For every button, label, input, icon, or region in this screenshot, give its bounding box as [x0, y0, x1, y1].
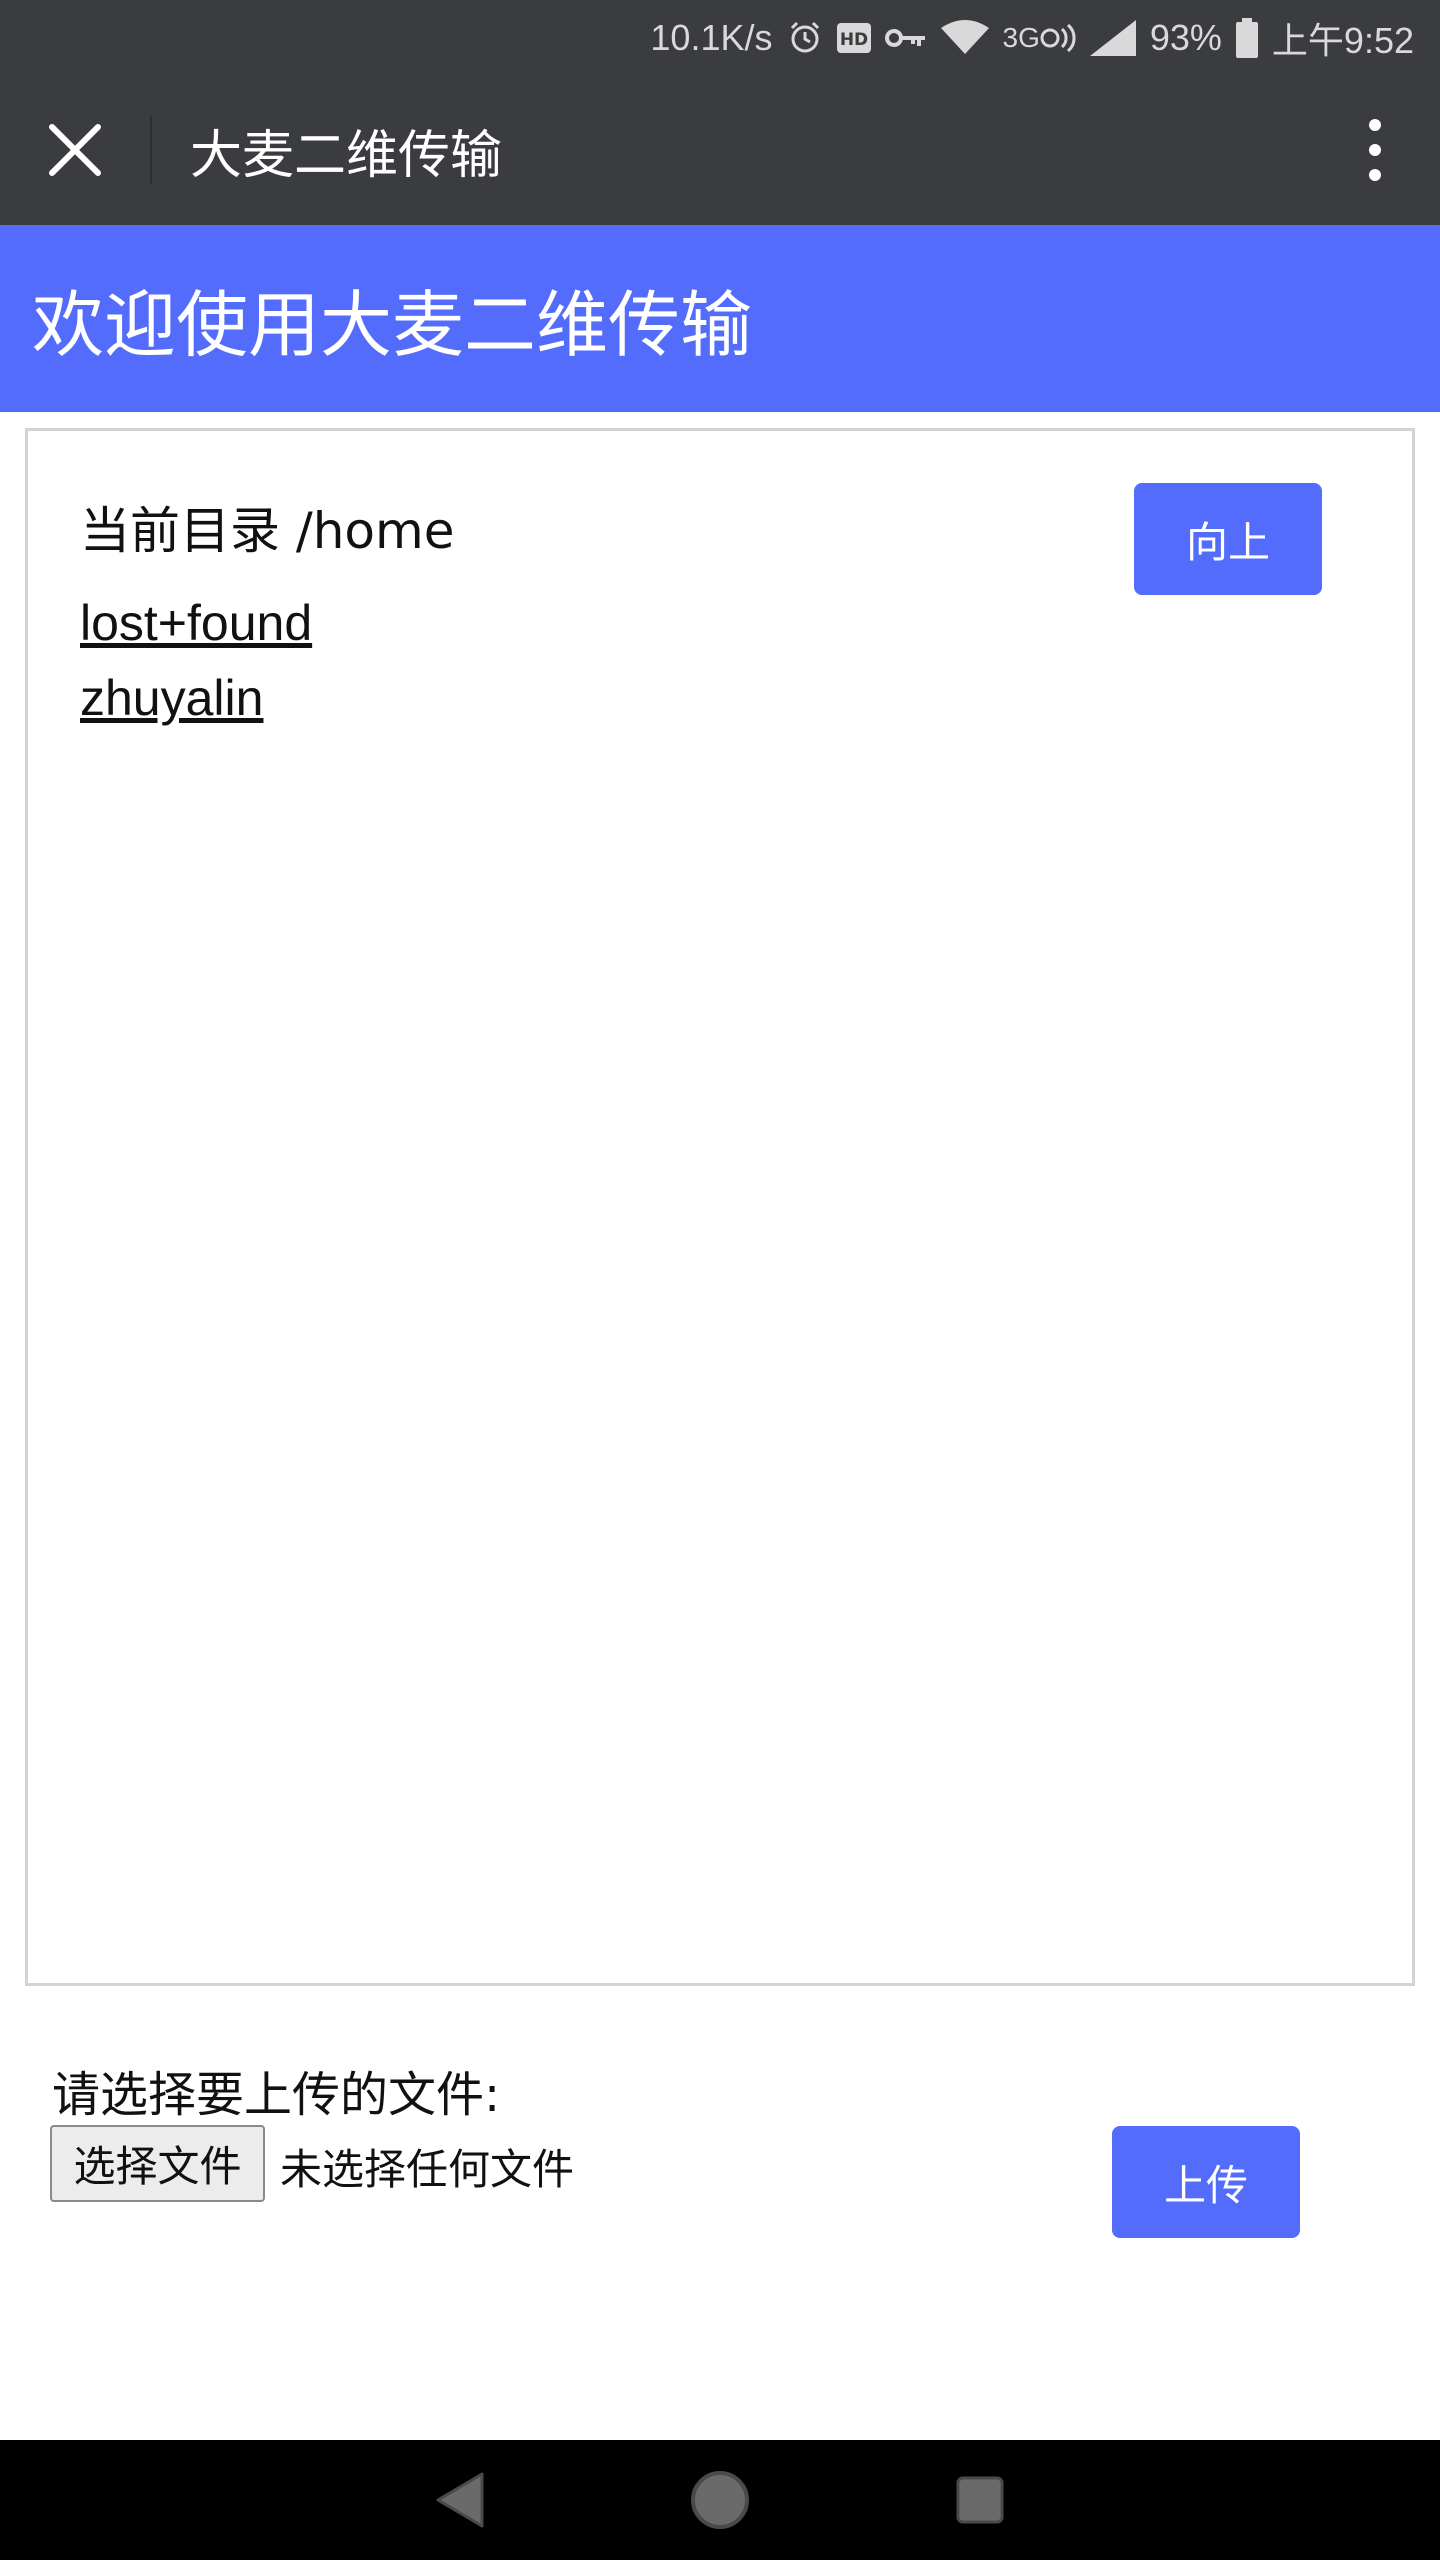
file-browser-panel: 当前目录 /home 向上 lost+found zhuyalin — [25, 428, 1415, 1986]
back-button[interactable] — [415, 2455, 505, 2545]
back-icon — [436, 2472, 484, 2528]
current-directory-label: 当前目录 /home — [80, 502, 455, 560]
system-nav-bar — [0, 2440, 1440, 2560]
recents-button[interactable] — [935, 2455, 1025, 2545]
file-entry-zhuyalin[interactable]: zhuyalin — [80, 661, 312, 736]
clock: 上午9:52 — [1271, 19, 1414, 61]
title-bar: 大麦二维传输 — [0, 75, 1440, 225]
network-type: 3G — [1002, 21, 1040, 53]
more-vertical-icon — [1369, 119, 1381, 181]
no-file-selected-text: 未选择任何文件 — [280, 2145, 575, 2194]
recents-icon — [956, 2476, 1004, 2524]
close-icon — [49, 124, 101, 176]
vpn-key-icon — [884, 18, 927, 58]
upload-button[interactable]: 上传 — [1112, 2126, 1300, 2238]
file-entry-lost-found[interactable]: lost+found — [80, 586, 312, 661]
battery-icon — [1235, 17, 1258, 58]
battery-percent: 93% — [1149, 16, 1222, 58]
hd-icon: HD — [836, 18, 871, 58]
page-title: 大麦二维传输 — [190, 125, 503, 186]
close-button[interactable] — [0, 75, 150, 225]
alarm-icon — [787, 18, 823, 58]
up-directory-button[interactable]: 向上 — [1134, 483, 1322, 595]
title-divider — [150, 116, 152, 184]
signal-icon — [1089, 18, 1136, 58]
wifi-icon — [940, 18, 989, 58]
home-button[interactable] — [675, 2455, 765, 2545]
status-bar: 10.1K/s HD 3G 93% 上午9:52 — [0, 0, 1440, 75]
home-icon — [691, 2471, 749, 2529]
choose-file-button[interactable]: 选择文件 — [50, 2125, 265, 2202]
network-3g-icon: 3G — [1003, 18, 1076, 58]
welcome-heading: 欢迎使用大麦二维传输 — [32, 283, 753, 367]
welcome-banner: 欢迎使用大麦二维传输 — [0, 225, 1440, 412]
svg-text:HD: HD — [839, 30, 867, 50]
upload-prompt: 请选择要上传的文件: — [52, 2067, 501, 2123]
file-list: lost+found zhuyalin — [80, 586, 312, 736]
net-speed: 10.1K/s — [650, 16, 773, 58]
more-options-button[interactable] — [1310, 75, 1440, 225]
